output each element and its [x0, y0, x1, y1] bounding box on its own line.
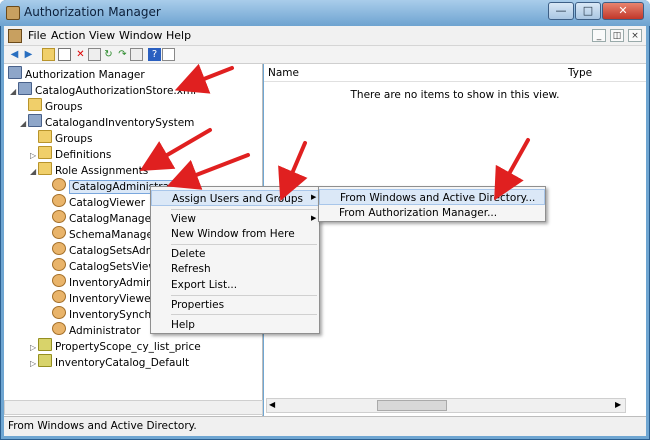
annotation-overlay [139, 63, 530, 202]
annotation-arrow-icon [174, 63, 234, 94]
annotation-arrow-icon [139, 128, 212, 172]
annotation-arrow-icon [166, 153, 250, 190]
annotation-arrow-icon [494, 138, 530, 201]
annotation-arrow-icon [278, 141, 308, 202]
